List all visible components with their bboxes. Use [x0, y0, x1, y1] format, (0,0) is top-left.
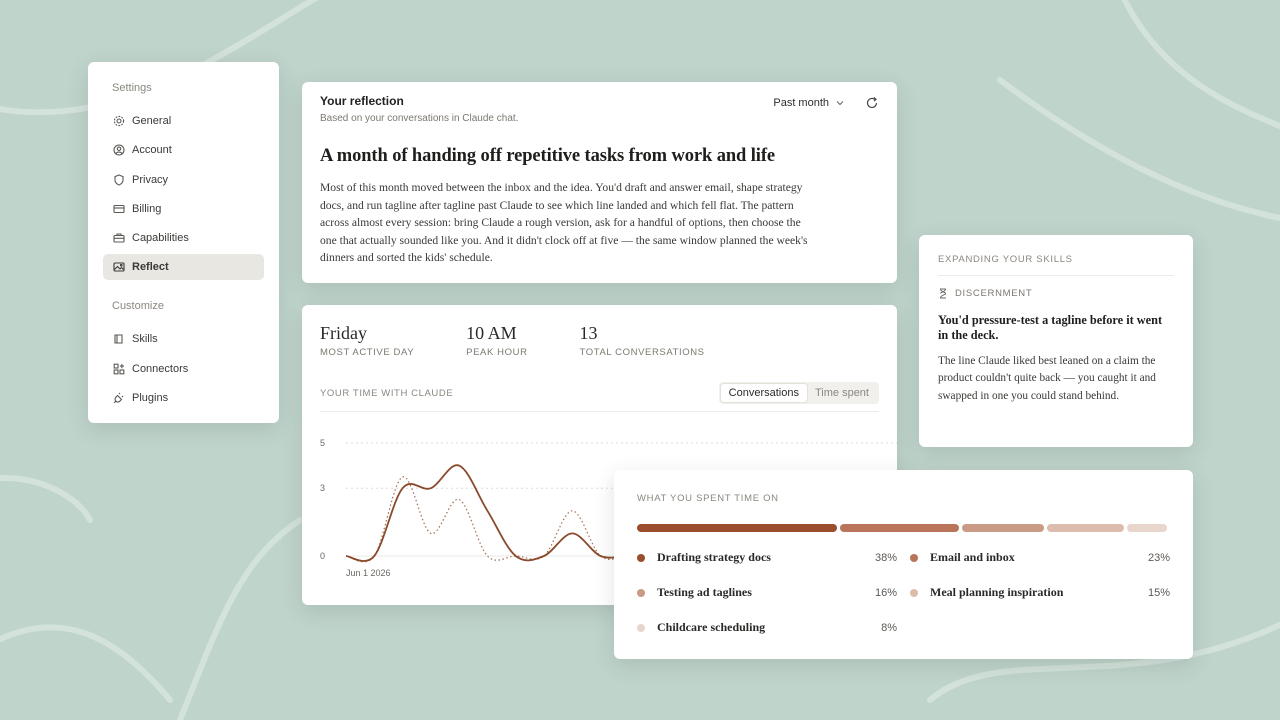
spent-item-taglines: Testing ad taglines 16% [637, 585, 897, 600]
time-spent-card: WHAT YOU SPENT TIME ON Drafting strategy… [614, 470, 1193, 659]
time-spent-segment [962, 524, 1045, 532]
sidebar-item-label: Capabilities [132, 232, 189, 245]
reflection-card: Your reflection Based on your conversati… [302, 82, 897, 283]
sidebar-item-plugins[interactable]: Plugins [103, 385, 264, 411]
spent-pct: 16% [874, 586, 897, 599]
grid-plus-icon [112, 362, 126, 376]
spent-item-meal-planning: Meal planning inspiration 15% [910, 585, 1170, 600]
skills-body: The line Claude liked best leaned on a c… [938, 355, 1156, 402]
spent-pct: 15% [1147, 586, 1170, 599]
y-tick-label: 5 [320, 438, 325, 448]
sidebar-item-label: General [132, 115, 172, 127]
time-spent-segment [1047, 524, 1125, 532]
spent-label: Childcare scheduling [657, 620, 766, 634]
gear-icon [112, 114, 126, 128]
x-tick-label: Jun 1 2026 [346, 568, 391, 578]
legend-dot [637, 553, 645, 562]
toggle-conversations[interactable]: Conversations [720, 384, 807, 402]
spent-pct: 8% [881, 621, 897, 634]
spent-label: Meal planning inspiration [930, 585, 1064, 599]
legend-dot [910, 553, 918, 562]
legend-dot [910, 588, 918, 597]
user-circle-icon [112, 143, 126, 157]
sidebar-item-label: Billing [132, 202, 162, 215]
sidebar-item-reflect[interactable]: Reflect [103, 254, 264, 281]
reflection-heading: A month of handing off repetitive tasks … [320, 146, 776, 166]
refresh-icon[interactable] [865, 96, 879, 110]
stat-label: PEAK HOUR [466, 347, 528, 358]
plug-icon [112, 391, 126, 405]
legend-dot [637, 623, 645, 632]
sidebar-item-label: Plugins [132, 392, 169, 405]
skills-tag: DISCERNMENT [938, 288, 1174, 299]
toggle-time-spent[interactable]: Time spent [807, 384, 877, 402]
stat-label: TOTAL CONVERSATIONS [579, 347, 705, 358]
spent-item-drafting: Drafting strategy docs 38% [637, 550, 897, 565]
briefcase-icon [112, 231, 126, 245]
time-with-claude-title: YOUR TIME WITH CLAUDE [320, 387, 454, 399]
section-customize-label: Customize [112, 300, 164, 313]
spent-item-childcare: Childcare scheduling 8% [637, 620, 897, 635]
sidebar-item-label: Skills [132, 333, 158, 346]
skills-card: EXPANDING YOUR SKILLS DISCERNMENT You'd … [919, 235, 1193, 447]
sidebar-item-label: Connectors [132, 362, 189, 375]
stat-value: Friday [320, 323, 367, 343]
time-spent-title: WHAT YOU SPENT TIME ON [637, 493, 779, 504]
spent-pct: 23% [1147, 551, 1170, 564]
stat-value: 13 [579, 323, 598, 343]
credit-card-icon [112, 202, 126, 216]
y-tick-label: 3 [320, 483, 325, 493]
sidebar-item-general[interactable]: General [103, 108, 264, 134]
sidebar-item-billing[interactable]: Billing [103, 196, 264, 222]
legend-dot [637, 588, 645, 597]
skills-tag-label: DISCERNMENT [955, 288, 1033, 299]
skills-heading: You'd pressure-test a tagline before it … [938, 313, 1163, 342]
time-spent-segment [839, 524, 960, 532]
stat-most-active-day: Friday MOST ACTIVE DAY [320, 323, 414, 358]
spent-label: Drafting strategy docs [657, 550, 771, 564]
range-select[interactable]: Past month [773, 97, 845, 109]
reflection-subtitle: Based on your conversations in Claude ch… [320, 113, 519, 124]
time-spent-segment [637, 524, 837, 532]
image-icon [112, 260, 126, 274]
sidebar-item-capabilities[interactable]: Capabilities [103, 225, 264, 251]
time-spent-bar [637, 524, 1170, 532]
sidebar-item-label: Account [132, 144, 172, 157]
spent-pct: 38% [874, 551, 897, 564]
sidebar-item-label: Privacy [132, 173, 169, 186]
chevron-down-icon [836, 101, 844, 106]
range-select-value: Past month [773, 97, 829, 109]
chart-toggle: Conversations Time spent [718, 382, 879, 404]
sidebar-item-account[interactable]: Account [103, 137, 264, 163]
y-tick-label: 0 [320, 551, 325, 561]
shield-icon [112, 173, 126, 187]
skills-title: EXPANDING YOUR SKILLS [938, 254, 1174, 276]
settings-sidebar: Settings General Account Privacy Billing… [88, 62, 279, 423]
stat-total-conversations: 13 TOTAL CONVERSATIONS [580, 323, 705, 358]
sidebar-item-privacy[interactable]: Privacy [103, 167, 264, 193]
stat-peak-hour: 10 AM PEAK HOUR [466, 323, 527, 358]
hourglass-icon [940, 288, 947, 299]
book-icon [112, 332, 126, 346]
spent-item-email: Email and inbox 23% [910, 550, 1170, 565]
time-spent-segment [1127, 524, 1167, 532]
reflection-body: Most of this month moved between the inb… [320, 181, 808, 264]
spent-label: Email and inbox [930, 550, 1015, 564]
section-settings-label: Settings [112, 82, 152, 94]
stat-value: 10 AM [466, 323, 517, 343]
sidebar-item-label: Reflect [132, 261, 169, 274]
stat-label: MOST ACTIVE DAY [320, 347, 415, 358]
sidebar-item-skills[interactable]: Skills [103, 326, 264, 352]
sidebar-item-connectors[interactable]: Connectors [103, 356, 264, 382]
spent-label: Testing ad taglines [657, 585, 752, 599]
